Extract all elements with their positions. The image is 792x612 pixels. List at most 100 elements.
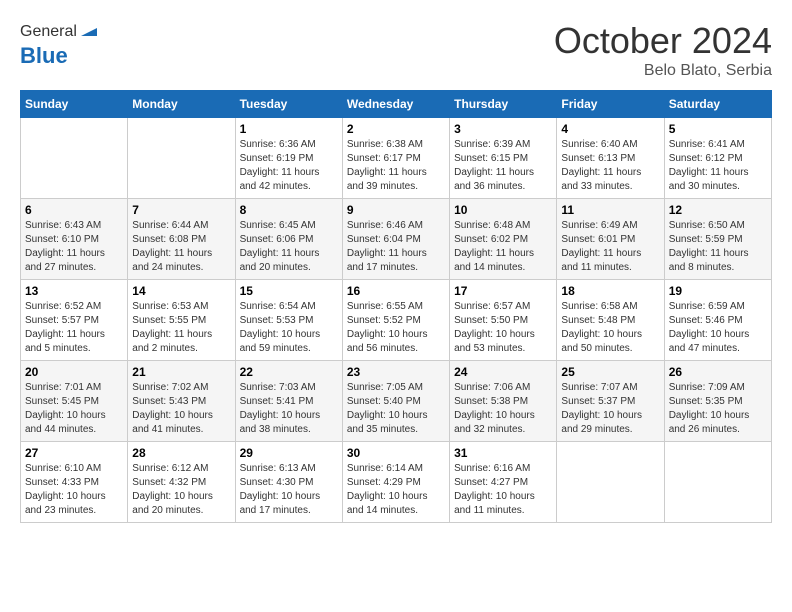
- day-info: Sunrise: 7:03 AM Sunset: 5:41 PM Dayligh…: [240, 381, 338, 437]
- day-number: 17: [454, 284, 552, 298]
- day-info: Sunrise: 6:13 AM Sunset: 4:30 PM Dayligh…: [240, 462, 338, 518]
- calendar-week-row: 6 Sunrise: 6:43 AM Sunset: 6:10 PM Daylig…: [21, 199, 772, 280]
- calendar-cell: [664, 442, 771, 523]
- day-info: Sunrise: 6:44 AM Sunset: 6:08 PM Dayligh…: [132, 219, 230, 275]
- calendar-cell: 29 Sunrise: 6:13 AM Sunset: 4:30 PM Dayli…: [235, 442, 342, 523]
- day-number: 28: [132, 446, 230, 460]
- day-number: 27: [25, 446, 123, 460]
- day-info: Sunrise: 6:10 AM Sunset: 4:33 PM Dayligh…: [25, 462, 123, 518]
- day-info: Sunrise: 6:36 AM Sunset: 6:19 PM Dayligh…: [240, 138, 338, 194]
- calendar-cell: 31Sunrise: 6:16 AM Sunset: 4:27 PM Dayli…: [450, 442, 557, 523]
- calendar-cell: 6 Sunrise: 6:43 AM Sunset: 6:10 PM Daylig…: [21, 199, 128, 280]
- day-info: Sunrise: 7:02 AM Sunset: 5:43 PM Dayligh…: [132, 381, 230, 437]
- day-number: 18: [561, 284, 659, 298]
- day-number: 26: [669, 365, 767, 379]
- day-header-tuesday: Tuesday: [235, 91, 342, 118]
- calendar-cell: [557, 442, 664, 523]
- calendar-cell: [128, 118, 235, 199]
- day-number: 15: [240, 284, 338, 298]
- day-number: 24: [454, 365, 552, 379]
- day-number: 25: [561, 365, 659, 379]
- day-number: 19: [669, 284, 767, 298]
- day-info: Sunrise: 7:05 AM Sunset: 5:40 PM Dayligh…: [347, 381, 445, 437]
- calendar-cell: 21 Sunrise: 7:02 AM Sunset: 5:43 PM Dayli…: [128, 361, 235, 442]
- calendar-cell: 30Sunrise: 6:14 AM Sunset: 4:29 PM Dayli…: [342, 442, 449, 523]
- calendar-cell: 28 Sunrise: 6:12 AM Sunset: 4:32 PM Dayli…: [128, 442, 235, 523]
- calendar-week-row: 1 Sunrise: 6:36 AM Sunset: 6:19 PM Daylig…: [21, 118, 772, 199]
- calendar-cell: 22Sunrise: 7:03 AM Sunset: 5:41 PM Dayli…: [235, 361, 342, 442]
- calendar-cell: [21, 118, 128, 199]
- day-number: 20: [25, 365, 123, 379]
- day-number: 5: [669, 122, 767, 136]
- page-header: General Blue October 2024 Belo Blato, Se…: [20, 20, 772, 80]
- calendar-cell: 13 Sunrise: 6:52 AM Sunset: 5:57 PM Dayli…: [21, 280, 128, 361]
- day-number: 30: [347, 446, 445, 460]
- calendar-cell: 20 Sunrise: 7:01 AM Sunset: 5:45 PM Dayli…: [21, 361, 128, 442]
- day-header-friday: Friday: [557, 91, 664, 118]
- day-number: 10: [454, 203, 552, 217]
- calendar-cell: 7 Sunrise: 6:44 AM Sunset: 6:08 PM Daylig…: [128, 199, 235, 280]
- title-section: October 2024 Belo Blato, Serbia: [554, 20, 772, 80]
- calendar-cell: 5 Sunrise: 6:41 AM Sunset: 6:12 PM Daylig…: [664, 118, 771, 199]
- calendar-cell: 19Sunrise: 6:59 AM Sunset: 5:46 PM Dayli…: [664, 280, 771, 361]
- day-info: Sunrise: 6:55 AM Sunset: 5:52 PM Dayligh…: [347, 300, 445, 356]
- day-header-thursday: Thursday: [450, 91, 557, 118]
- calendar-cell: 3 Sunrise: 6:39 AM Sunset: 6:15 PM Daylig…: [450, 118, 557, 199]
- day-header-wednesday: Wednesday: [342, 91, 449, 118]
- day-info: Sunrise: 6:38 AM Sunset: 6:17 PM Dayligh…: [347, 138, 445, 194]
- calendar-cell: 10 Sunrise: 6:48 AM Sunset: 6:02 PM Dayli…: [450, 199, 557, 280]
- day-number: 1: [240, 122, 338, 136]
- day-info: Sunrise: 6:54 AM Sunset: 5:53 PM Dayligh…: [240, 300, 338, 356]
- calendar-cell: 27 Sunrise: 6:10 AM Sunset: 4:33 PM Dayli…: [21, 442, 128, 523]
- calendar-week-row: 20 Sunrise: 7:01 AM Sunset: 5:45 PM Dayli…: [21, 361, 772, 442]
- day-number: 6: [25, 203, 123, 217]
- day-header-saturday: Saturday: [664, 91, 771, 118]
- day-number: 11: [561, 203, 659, 217]
- day-info: Sunrise: 6:12 AM Sunset: 4:32 PM Dayligh…: [132, 462, 230, 518]
- day-info: Sunrise: 6:52 AM Sunset: 5:57 PM Dayligh…: [25, 300, 123, 356]
- calendar-cell: 14 Sunrise: 6:53 AM Sunset: 5:55 PM Dayli…: [128, 280, 235, 361]
- day-info: Sunrise: 6:43 AM Sunset: 6:10 PM Dayligh…: [25, 219, 123, 275]
- logo-general-text: General: [20, 23, 77, 41]
- logo: General Blue: [20, 20, 97, 69]
- day-info: Sunrise: 6:45 AM Sunset: 6:06 PM Dayligh…: [240, 219, 338, 275]
- day-info: Sunrise: 6:50 AM Sunset: 5:59 PM Dayligh…: [669, 219, 767, 275]
- day-info: Sunrise: 6:41 AM Sunset: 6:12 PM Dayligh…: [669, 138, 767, 194]
- location: Belo Blato, Serbia: [554, 62, 772, 80]
- day-info: Sunrise: 6:39 AM Sunset: 6:15 PM Dayligh…: [454, 138, 552, 194]
- day-number: 13: [25, 284, 123, 298]
- day-number: 31: [454, 446, 552, 460]
- calendar-cell: 12 Sunrise: 6:50 AM Sunset: 5:59 PM Dayli…: [664, 199, 771, 280]
- calendar-week-row: 13 Sunrise: 6:52 AM Sunset: 5:57 PM Dayli…: [21, 280, 772, 361]
- day-info: Sunrise: 7:09 AM Sunset: 5:35 PM Dayligh…: [669, 381, 767, 437]
- day-info: Sunrise: 6:53 AM Sunset: 5:55 PM Dayligh…: [132, 300, 230, 356]
- calendar-cell: 23 Sunrise: 7:05 AM Sunset: 5:40 PM Dayli…: [342, 361, 449, 442]
- day-info: Sunrise: 6:48 AM Sunset: 6:02 PM Dayligh…: [454, 219, 552, 275]
- day-number: 23: [347, 365, 445, 379]
- day-header-sunday: Sunday: [21, 91, 128, 118]
- day-info: Sunrise: 6:57 AM Sunset: 5:50 PM Dayligh…: [454, 300, 552, 356]
- calendar-header-row: SundayMondayTuesdayWednesdayThursdayFrid…: [21, 91, 772, 118]
- day-number: 2: [347, 122, 445, 136]
- calendar-cell: 2 Sunrise: 6:38 AM Sunset: 6:17 PM Daylig…: [342, 118, 449, 199]
- calendar-cell: 17 Sunrise: 6:57 AM Sunset: 5:50 PM Dayli…: [450, 280, 557, 361]
- calendar-cell: 8Sunrise: 6:45 AM Sunset: 6:06 PM Daylig…: [235, 199, 342, 280]
- day-header-monday: Monday: [128, 91, 235, 118]
- day-number: 29: [240, 446, 338, 460]
- calendar-cell: 9Sunrise: 6:46 AM Sunset: 6:04 PM Daylig…: [342, 199, 449, 280]
- day-number: 14: [132, 284, 230, 298]
- day-number: 9: [347, 203, 445, 217]
- calendar-cell: 11Sunrise: 6:49 AM Sunset: 6:01 PM Dayli…: [557, 199, 664, 280]
- calendar-cell: 15 Sunrise: 6:54 AM Sunset: 5:53 PM Dayli…: [235, 280, 342, 361]
- day-number: 12: [669, 203, 767, 217]
- day-info: Sunrise: 7:01 AM Sunset: 5:45 PM Dayligh…: [25, 381, 123, 437]
- day-number: 7: [132, 203, 230, 217]
- day-info: Sunrise: 7:06 AM Sunset: 5:38 PM Dayligh…: [454, 381, 552, 437]
- day-info: Sunrise: 6:40 AM Sunset: 6:13 PM Dayligh…: [561, 138, 659, 194]
- day-number: 4: [561, 122, 659, 136]
- day-number: 21: [132, 365, 230, 379]
- logo-blue-text: Blue: [20, 43, 68, 68]
- month-title: October 2024: [554, 20, 772, 62]
- logo-arrow-icon: [79, 20, 97, 38]
- day-number: 3: [454, 122, 552, 136]
